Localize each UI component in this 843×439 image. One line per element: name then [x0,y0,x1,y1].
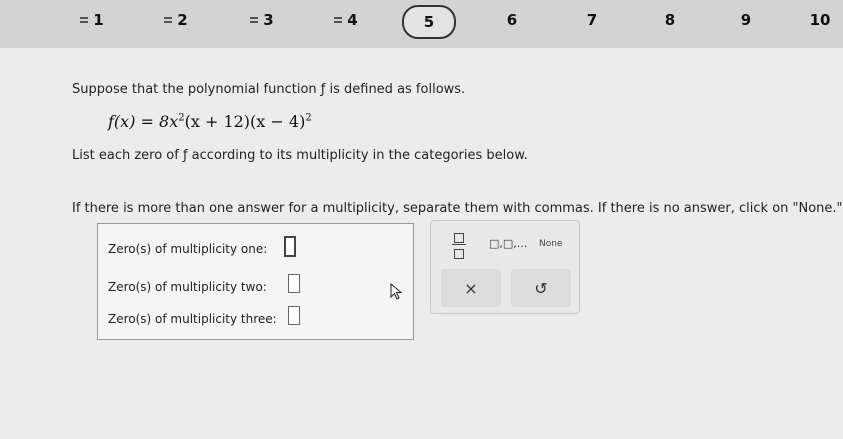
clear-button[interactable]: × [441,269,501,307]
question-nav-bar: 1 2 3 4 5 6 7 8 9 10 [0,0,843,48]
polynomial-equation: f(x) = 8x2(x + 12)(x − 4)2 [108,112,312,131]
close-icon: × [464,278,478,298]
question-nav-2[interactable]: 2 [146,3,206,37]
question-nav-7[interactable]: 7 [562,3,622,37]
question-nav-6[interactable]: 6 [482,3,542,37]
flag-icon [334,17,343,23]
none-button[interactable]: None [539,239,562,249]
multiplicity-one-label: Zero(s) of multiplicity one: [108,242,268,256]
fraction-button[interactable] [449,231,469,261]
multiplicity-two-input[interactable] [288,274,300,293]
multiplicity-three-input[interactable] [288,306,300,325]
flag-icon [250,17,259,23]
question-nav-8[interactable]: 8 [640,3,700,37]
flag-icon [80,17,89,23]
list-button[interactable]: □,□,... [489,237,527,250]
multiplicity-two-label: Zero(s) of multiplicity two: [108,280,267,294]
undo-button[interactable]: ↺ [511,269,571,307]
numerator-box-icon [454,233,464,243]
question-nav-4[interactable]: 4 [316,3,376,37]
question-nav-9[interactable]: 9 [716,3,776,37]
mouse-pointer-icon [390,283,403,300]
answer-box: Zero(s) of multiplicity one: Zero(s) of … [97,223,414,340]
fraction-bar-icon [452,244,466,245]
question-nav-3[interactable]: 3 [232,3,292,37]
multiplicity-three-label: Zero(s) of multiplicity three: [108,312,277,326]
undo-icon: ↺ [534,278,548,298]
denominator-box-icon [454,249,464,259]
math-tool-panel: □,□,... None × ↺ [430,220,580,314]
multiplicity-one-input[interactable] [284,236,296,257]
flag-icon [164,17,173,23]
problem-instruction: List each zero of ƒ according to its mul… [72,148,528,163]
question-nav-5-current[interactable]: 5 [402,5,456,39]
problem-intro: Suppose that the polynomial function ƒ i… [72,82,466,97]
question-nav-10[interactable]: 10 [790,3,843,37]
problem-note: If there is more than one answer for a m… [72,201,843,216]
question-nav-1[interactable]: 1 [62,3,122,37]
